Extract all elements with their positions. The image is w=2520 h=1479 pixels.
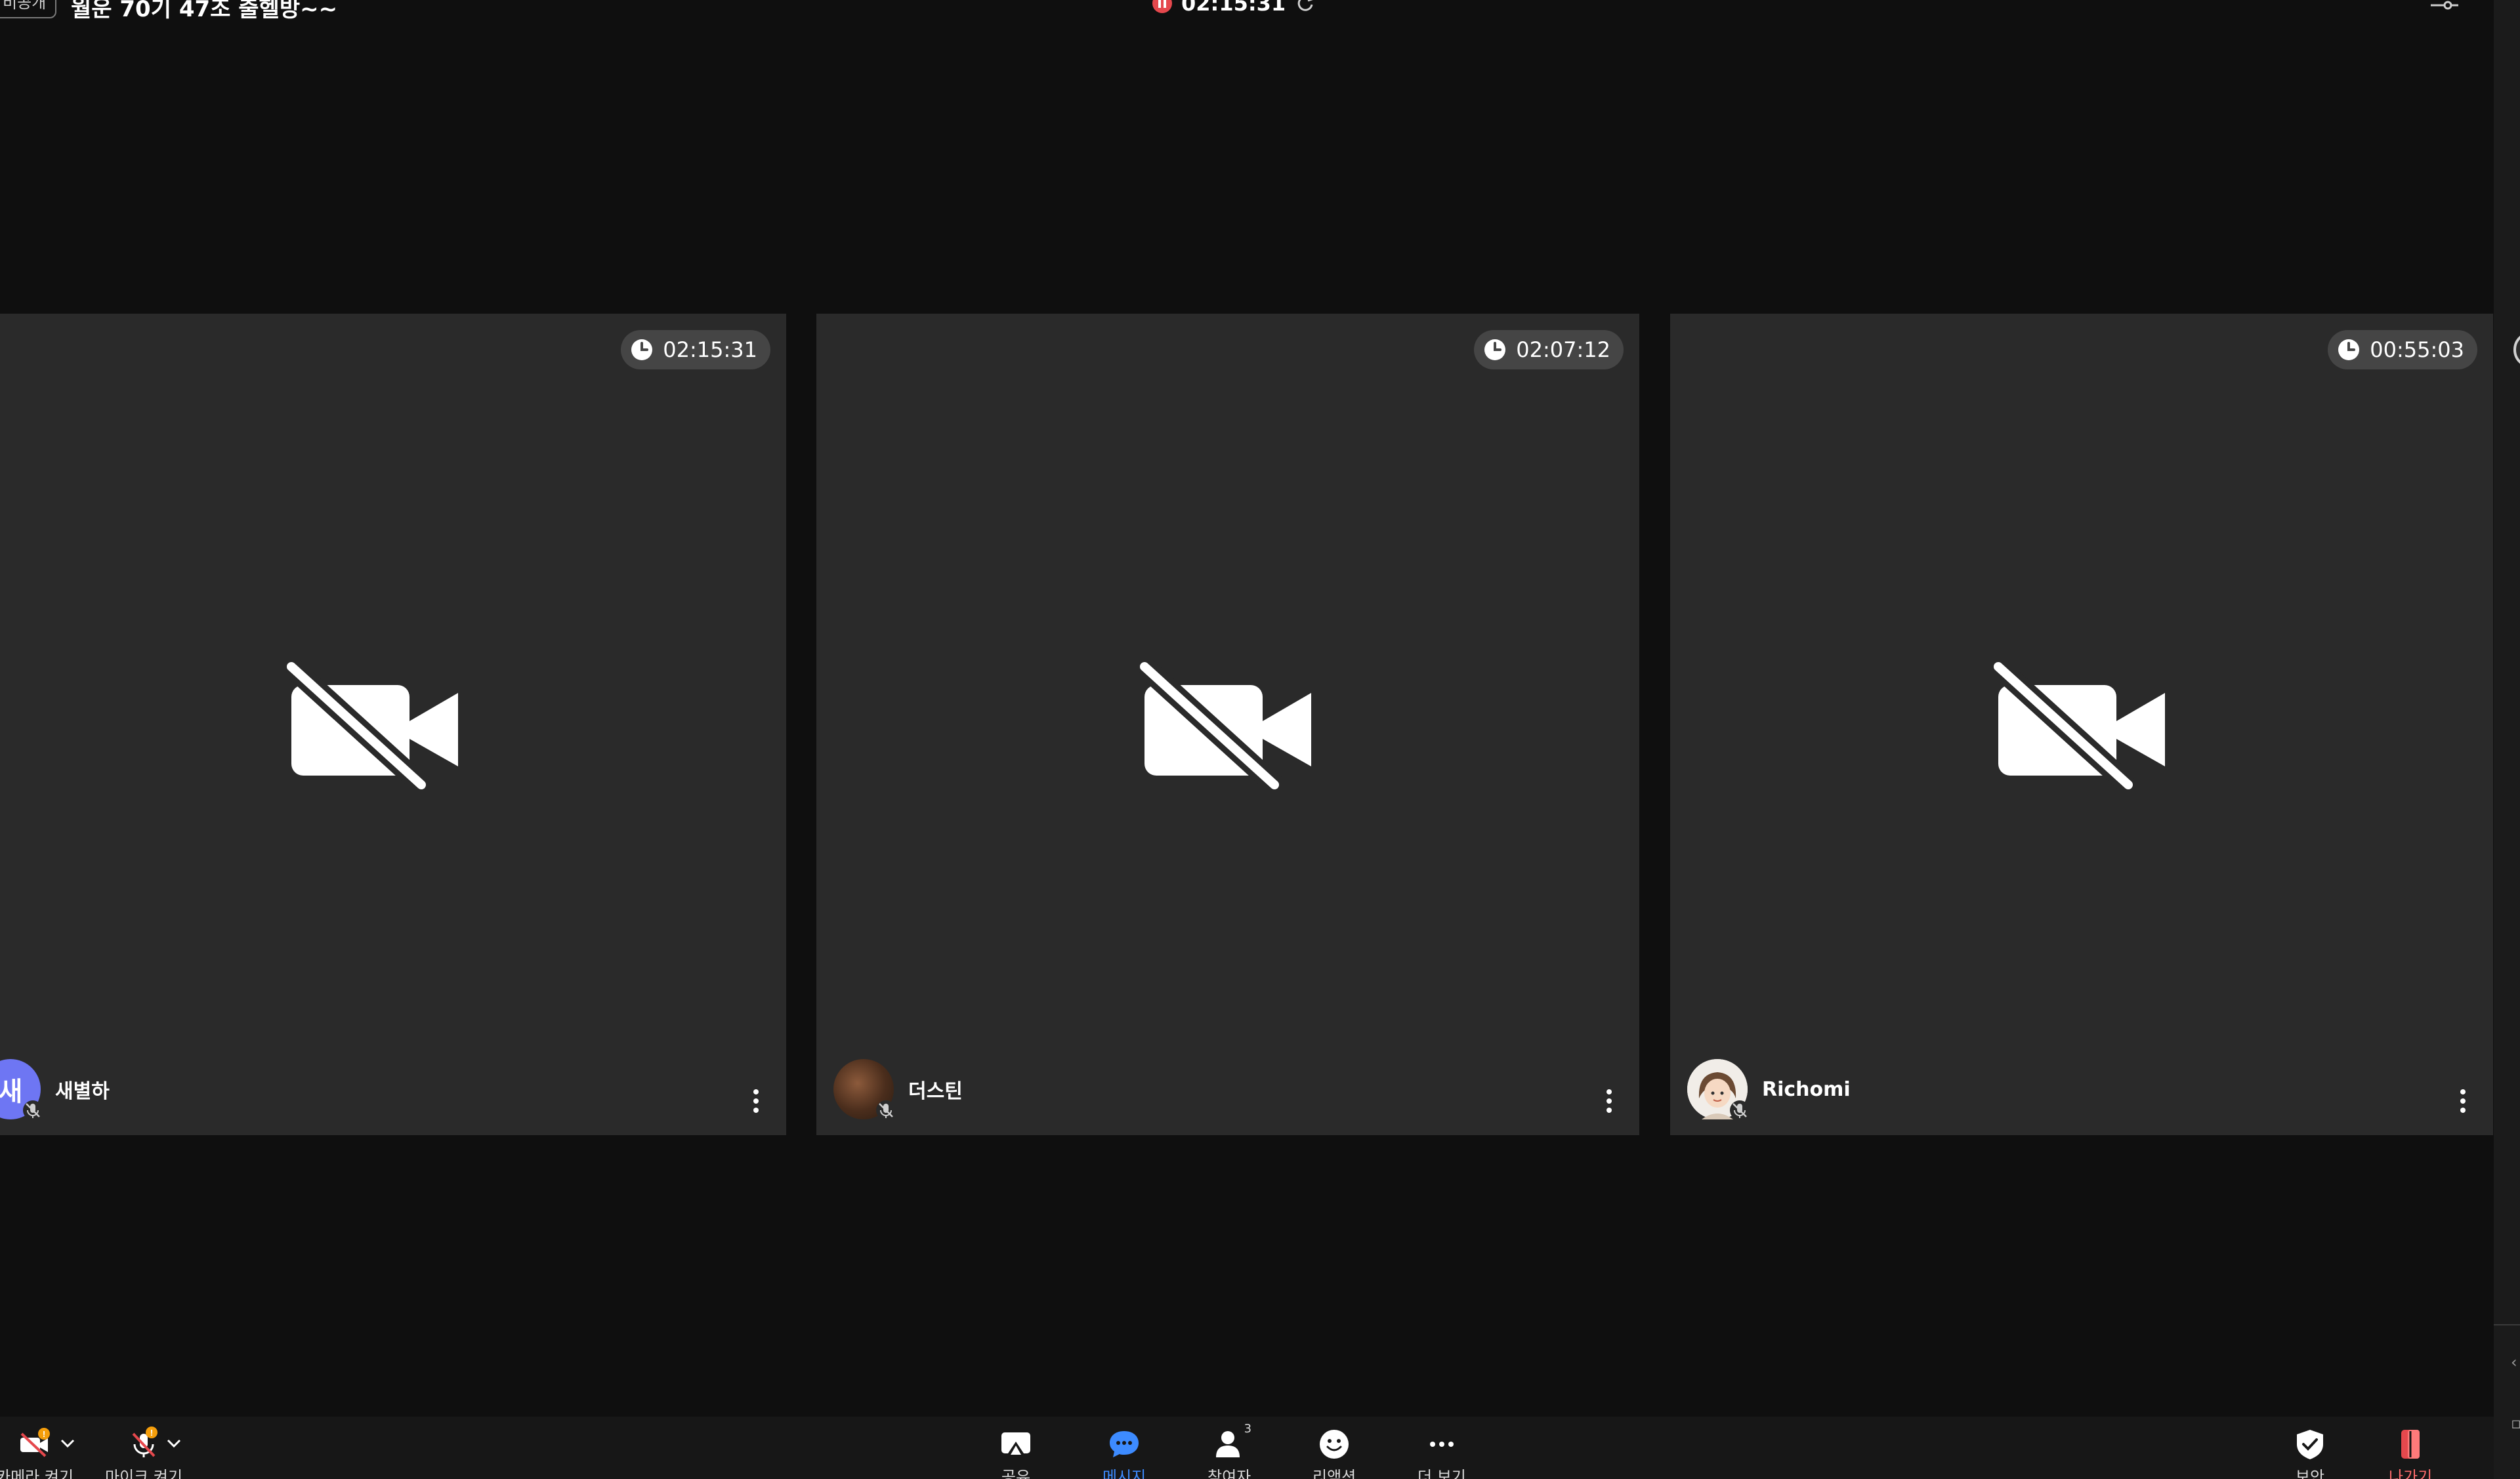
mic-slash-icon <box>876 1100 896 1120</box>
leave-label: 나가기 <box>2389 1468 2433 1479</box>
share-button[interactable]: 공유 <box>998 1426 1034 1479</box>
participant-name-area: 새 새별하 <box>0 1058 110 1121</box>
person-icon <box>1216 1431 1240 1457</box>
side-panel-edge <box>2494 0 2520 1479</box>
participant-tile[interactable]: 02:15:31 새 새별하 <box>0 314 786 1135</box>
elapsed-time: 02:15:31 <box>663 337 757 362</box>
avatar: 새 <box>0 1059 43 1120</box>
record-pause-icon[interactable] <box>1152 0 1172 13</box>
tile-more-options-icon[interactable] <box>1603 1087 1616 1115</box>
participant-name: 새별하 <box>55 1080 110 1103</box>
security-button[interactable]: 보안 <box>2292 1426 2328 1479</box>
participant-tile[interactable]: 02:07:12 더스틴 <box>816 314 1639 1135</box>
chat-button[interactable]: 메시지 <box>1102 1426 1146 1479</box>
tile-more-options-icon[interactable] <box>749 1087 763 1115</box>
participant-name: Richomi <box>1762 1077 1851 1101</box>
mic-on-button[interactable]: ! 마이크 켜기 <box>105 1426 182 1479</box>
video-slash-icon <box>1993 659 2165 790</box>
reaction-button[interactable]: 리액션 <box>1312 1426 1356 1479</box>
mic-slash-icon <box>1730 1100 1750 1120</box>
tile-more-options-icon[interactable] <box>2456 1087 2469 1115</box>
view-settings-icon[interactable] <box>2428 0 2461 17</box>
avatar <box>833 1059 896 1120</box>
recording-indicator[interactable]: 02:15:31 <box>1152 0 1316 16</box>
participant-tile[interactable]: 00:55:03 Richomi <box>1670 314 2493 1135</box>
chevron-down-icon[interactable] <box>58 1436 77 1449</box>
top-bar: 비공개 월운 70기 47조 출헬방~~ 02:15:31 <box>0 0 2494 26</box>
mic-on-label: 마이크 켜기 <box>105 1468 183 1479</box>
camera-on-label: 카메라 켜기 <box>0 1468 74 1479</box>
video-slash-icon <box>1139 659 1311 790</box>
clock-icon <box>631 339 653 360</box>
more-label: 더 보기 <box>1418 1468 1466 1479</box>
reaction-label: 리액션 <box>1312 1468 1356 1479</box>
participants-label: 참여자 <box>1208 1468 1251 1479</box>
mic-slash-icon: ! <box>132 1427 158 1457</box>
svg-text:!: ! <box>43 1429 45 1439</box>
ellipsis-icon <box>1429 1442 1454 1447</box>
screen-share-icon <box>1001 1432 1030 1455</box>
chevron-down-icon[interactable] <box>164 1436 184 1449</box>
video-slash-icon <box>286 659 458 790</box>
elapsed-time-pill: 02:07:12 <box>1474 330 1624 369</box>
elapsed-time: 02:07:12 <box>1516 337 1610 362</box>
smiley-icon <box>1320 1430 1349 1459</box>
video-slash-icon: ! <box>20 1428 51 1457</box>
recording-time: 02:15:31 <box>1181 0 1286 16</box>
more-button[interactable]: 더 보기 <box>1418 1426 1466 1479</box>
security-label: 보안 <box>2295 1468 2325 1479</box>
mic-slash-icon <box>23 1100 43 1120</box>
participants-count: 3 <box>1244 1422 1252 1436</box>
participants-icon-wrap: 3 <box>1211 1422 1251 1463</box>
edge-divider <box>2494 1324 2520 1325</box>
privacy-badge: 비공개 <box>0 0 57 18</box>
edge-square-icon[interactable]: ▫ <box>2511 1414 2520 1432</box>
leave-button[interactable]: 나가기 <box>2389 1426 2432 1479</box>
chat-label: 메시지 <box>1102 1468 1146 1479</box>
participants-button[interactable]: 3 참여자 <box>1208 1422 1251 1479</box>
chat-bubble-icon <box>1110 1431 1139 1457</box>
participant-name: 더스틴 <box>908 1080 963 1103</box>
room-title: 월운 70기 47조 출헬방~~ <box>71 0 338 22</box>
door-exit-icon <box>2401 1430 2420 1459</box>
bottom-toolbar: ! 카메라 켜기 ! 마이크 켜기 공유 메시지 3 참여자 리액션 더 보기 … <box>0 1417 2494 1479</box>
avatar <box>1687 1059 1750 1120</box>
participant-name-area: 더스틴 <box>833 1058 963 1121</box>
clock-icon <box>2338 339 2360 360</box>
share-label: 공유 <box>1001 1468 1031 1479</box>
meeting-window: 비공개 월운 70기 47조 출헬방~~ 02:15:31 ‹ ▫ 02:15:… <box>0 0 2520 1479</box>
camera-on-button[interactable]: ! 카메라 켜기 <box>0 1426 74 1479</box>
refresh-icon[interactable] <box>1296 0 1316 13</box>
svg-text:!: ! <box>150 1428 153 1438</box>
shield-check-icon <box>2297 1430 2323 1459</box>
clock-icon <box>1484 339 1506 360</box>
avatar-initial: 새 <box>0 1077 23 1107</box>
elapsed-time-pill: 00:55:03 <box>2328 330 2477 369</box>
elapsed-time: 00:55:03 <box>2370 337 2464 362</box>
edge-chevron-icon[interactable]: ‹ <box>2511 1353 2517 1371</box>
elapsed-time-pill: 02:15:31 <box>621 330 770 369</box>
participant-name-area: Richomi <box>1687 1058 1851 1121</box>
